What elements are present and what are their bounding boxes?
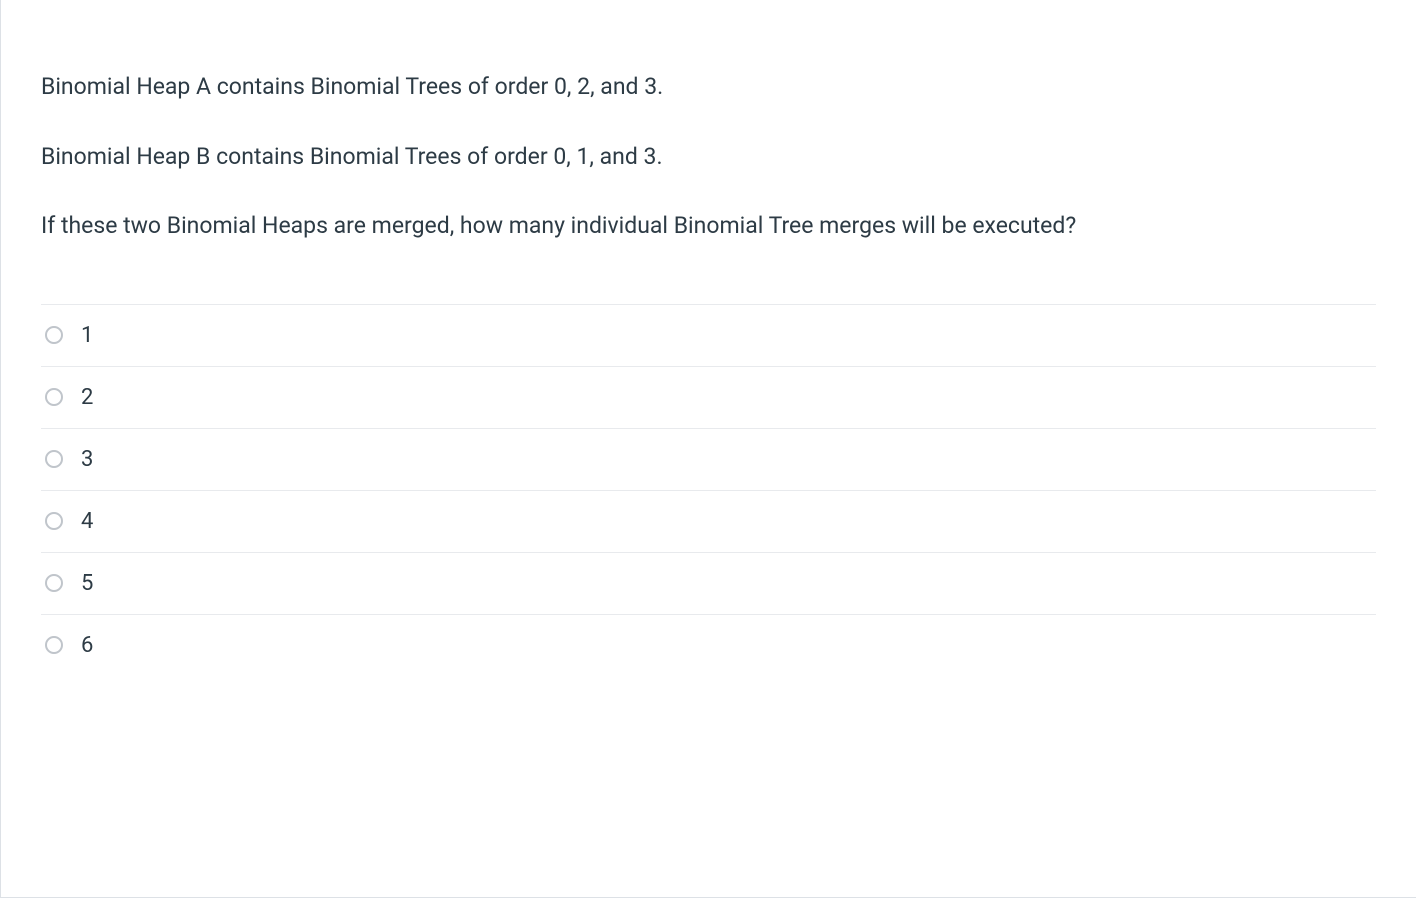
radio-icon [45, 574, 63, 592]
radio-icon [45, 388, 63, 406]
radio-icon [45, 636, 63, 654]
question-body: Binomial Heap A contains Binomial Trees … [1, 0, 1416, 696]
question-paragraph-3: If these two Binomial Heaps are merged, … [41, 209, 1376, 244]
answer-label: 3 [81, 447, 93, 472]
answer-label: 5 [81, 571, 93, 596]
question-paragraph-1: Binomial Heap A contains Binomial Trees … [41, 70, 1376, 105]
answer-options: 1 2 3 4 5 6 [41, 304, 1376, 676]
answer-label: 2 [81, 385, 93, 410]
answer-option-1[interactable]: 1 [41, 304, 1376, 366]
answer-label: 4 [81, 509, 93, 534]
radio-icon [45, 326, 63, 344]
answer-label: 1 [81, 323, 93, 348]
answer-option-2[interactable]: 2 [41, 366, 1376, 428]
answer-option-6[interactable]: 6 [41, 614, 1376, 676]
question-text: Binomial Heap A contains Binomial Trees … [41, 70, 1376, 244]
answer-label: 6 [81, 633, 93, 658]
answer-option-4[interactable]: 4 [41, 490, 1376, 552]
question-paragraph-2: Binomial Heap B contains Binomial Trees … [41, 140, 1376, 175]
question-container: Binomial Heap A contains Binomial Trees … [0, 0, 1416, 898]
radio-icon [45, 450, 63, 468]
radio-icon [45, 512, 63, 530]
answer-option-3[interactable]: 3 [41, 428, 1376, 490]
answer-option-5[interactable]: 5 [41, 552, 1376, 614]
